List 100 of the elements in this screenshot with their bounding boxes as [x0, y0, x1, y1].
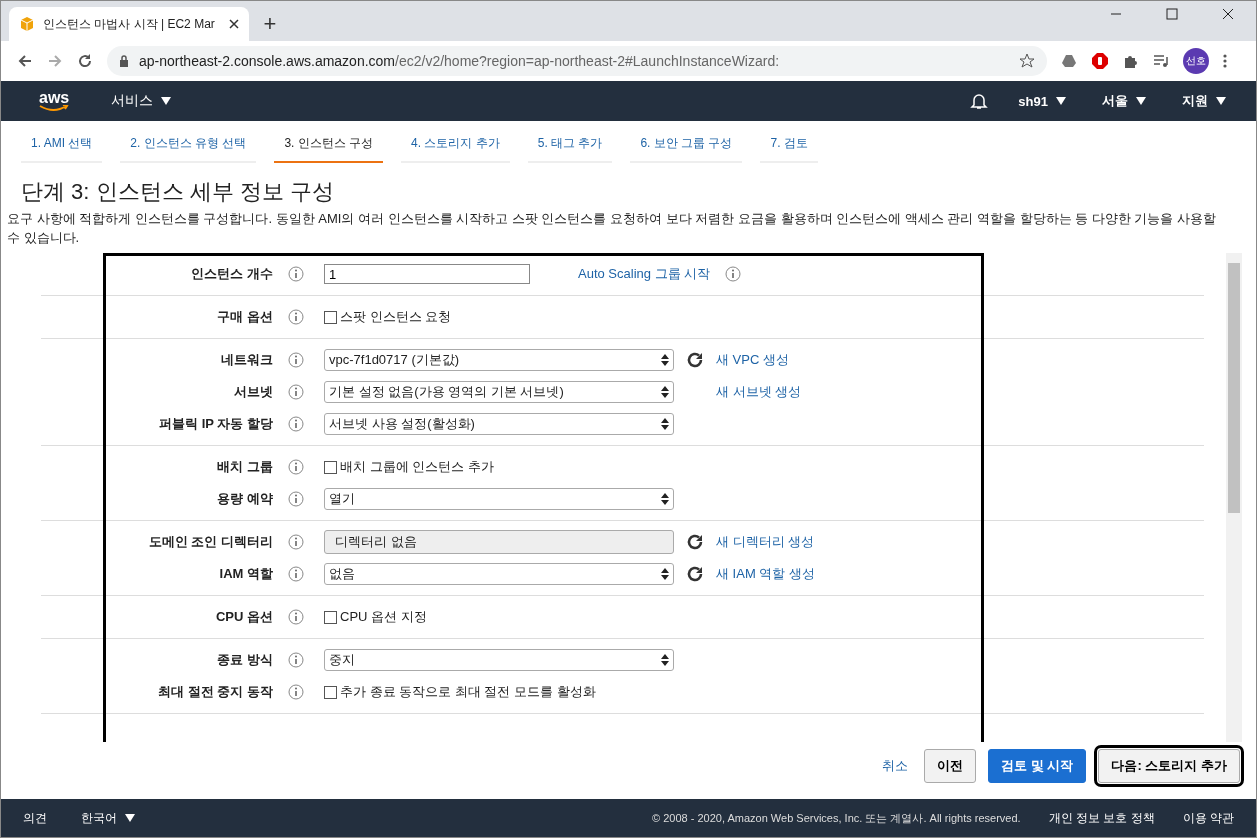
refresh-icon[interactable]: [686, 565, 704, 583]
close-icon[interactable]: [229, 19, 239, 29]
field-label: 용량 예약: [216, 490, 273, 508]
browser-tab[interactable]: 인스턴스 마법사 시작 | EC2 Mar: [9, 7, 249, 41]
new-tab-button[interactable]: +: [253, 7, 287, 41]
wizard-step-tab[interactable]: 1. AMI 선택: [21, 131, 103, 163]
dropdown[interactable]: 중지: [324, 649, 674, 671]
updown-icon: [661, 418, 669, 430]
checkbox[interactable]: [324, 610, 337, 624]
cancel-link[interactable]: 취소: [882, 757, 909, 775]
refresh-icon[interactable]: [686, 533, 704, 551]
dropdown[interactable]: 서브넷 사용 설정(활성화): [324, 413, 674, 435]
field-label: 퍼블릭 IP 자동 할당: [158, 415, 273, 433]
maximize-icon[interactable]: [1166, 8, 1178, 20]
updown-icon: [661, 386, 669, 398]
feedback-link[interactable]: 의견: [23, 809, 47, 827]
menu-icon[interactable]: [1223, 53, 1227, 69]
create-link[interactable]: 새 IAM 역할 생성: [716, 565, 815, 583]
field-label: 도메인 조인 디렉터리: [147, 533, 273, 551]
stop-hand-icon[interactable]: [1091, 52, 1109, 70]
playlist-icon[interactable]: [1153, 53, 1169, 69]
field-label: 최대 절전 중지 동작: [157, 683, 273, 701]
info-icon[interactable]: [288, 352, 304, 368]
dropdown[interactable]: vpc-7f1d0717 (기본값): [324, 349, 674, 371]
terms-link[interactable]: 이용 약관: [1182, 809, 1234, 827]
cube-icon: [19, 16, 35, 32]
create-link[interactable]: Auto Scaling 그룹 시작: [578, 265, 711, 283]
updown-icon: [661, 654, 669, 666]
wizard-step-tab[interactable]: 3. 인스턴스 구성: [274, 131, 384, 163]
smile-icon: [39, 104, 70, 112]
caret-icon: [161, 97, 172, 105]
field-label: 구매 옵션: [216, 308, 273, 326]
info-icon[interactable]: [288, 416, 304, 432]
star-icon[interactable]: [1019, 53, 1035, 69]
info-icon[interactable]: [288, 384, 304, 400]
scrollbar[interactable]: [1226, 253, 1242, 742]
wizard-step-tab[interactable]: 2. 인스턴스 유형 선택: [120, 131, 257, 163]
info-icon[interactable]: [288, 609, 304, 625]
services-menu[interactable]: 서비스: [105, 91, 178, 111]
field-label: 배치 그룹: [216, 458, 273, 476]
checkbox-option[interactable]: 배치 그룹에 인스턴스 추가: [324, 458, 494, 476]
puzzle-icon[interactable]: [1123, 53, 1139, 69]
info-icon[interactable]: [288, 566, 304, 582]
refresh-icon[interactable]: [686, 351, 704, 369]
review-launch-button[interactable]: 검토 및 시작: [988, 749, 1087, 783]
aws-logo[interactable]: aws: [39, 90, 70, 112]
wizard-step-tab[interactable]: 7. 검토: [760, 131, 818, 163]
info-icon[interactable]: [288, 534, 304, 550]
wizard-step-tab[interactable]: 4. 스토리지 추가: [401, 131, 510, 163]
wizard-step-tab[interactable]: 6. 보안 그룹 구성: [630, 131, 743, 163]
profile-avatar[interactable]: 선호: [1183, 48, 1209, 74]
address-bar[interactable]: ap-northeast-2.console.aws.amazon.com/ec2/v2/home?region=ap-northeast-2#LaunchInstanceWizard:: [107, 46, 1047, 76]
dropdown[interactable]: 열기: [324, 488, 674, 510]
page-description: 요구 사항에 적합하게 인스턴스를 구성합니다. 동일한 AMI의 여러 인스턴스를 시작하고 스팟 인스턴스를 요청하여 보다 저렴한 요금을 활용하며 인스턴스에 액세스 관리 역할을 할당하는 등 다양한 기능을 사용할 수 있습니다.: [7, 210, 1218, 247]
info-icon[interactable]: [288, 652, 304, 668]
caret-icon: [1136, 97, 1146, 105]
create-link[interactable]: 새 VPC 생성: [716, 351, 789, 369]
wizard-step-tab[interactable]: 5. 태그 추가: [527, 131, 613, 163]
dropdown[interactable]: 없음: [324, 563, 674, 585]
caret-icon: [1216, 97, 1226, 105]
dropdown[interactable]: 기본 설정 없음(가용 영역의 기본 서브넷): [324, 381, 674, 403]
tab-title: 인스턴스 마법사 시작 | EC2 Mar: [43, 15, 216, 33]
info-icon[interactable]: [288, 266, 304, 282]
close-icon[interactable]: [1222, 8, 1234, 20]
field-label: CPU 옵션: [214, 608, 273, 626]
support-menu[interactable]: 지원: [1176, 91, 1232, 111]
create-link[interactable]: 새 서브넷 생성: [716, 383, 802, 401]
info-icon[interactable]: [288, 491, 304, 507]
bell-icon[interactable]: [970, 92, 989, 110]
instance-count-field[interactable]: 1: [324, 264, 530, 284]
lock-icon: [119, 55, 129, 67]
create-link[interactable]: 새 디렉터리 생성: [716, 533, 815, 551]
updown-icon: [661, 354, 669, 366]
field-label: 인스턴스 개수: [190, 265, 273, 283]
field-label: 서브넷: [233, 383, 273, 401]
language-menu[interactable]: 한국어: [75, 808, 141, 828]
info-icon[interactable]: [288, 684, 304, 700]
updown-icon: [661, 493, 669, 505]
checkbox-option[interactable]: CPU 옵션 지정: [324, 608, 427, 626]
checkbox-option[interactable]: 스팟 인스턴스 요청: [324, 308, 452, 326]
info-icon[interactable]: [288, 459, 304, 475]
checkbox[interactable]: [324, 685, 337, 699]
directory-field: 디렉터리 없음: [324, 530, 674, 554]
page-title: 단계 3: 인스턴스 세부 정보 구성: [21, 178, 335, 206]
region-menu[interactable]: 서울: [1096, 91, 1152, 111]
account-menu[interactable]: sh91: [1012, 92, 1072, 110]
url-text: ap-northeast-2.console.aws.amazon.com/ec2/v2/home?region=ap-northeast-2#LaunchInstanceWizard:: [139, 53, 780, 69]
checkbox[interactable]: [324, 310, 337, 324]
copyright-text: © 2008 - 2020, Amazon Web Services, Inc. 또는 계열사. All rights reserved.: [652, 810, 1021, 826]
field-label: 네트워크: [220, 351, 273, 369]
previous-button[interactable]: 이전: [924, 749, 977, 783]
info-icon[interactable]: [725, 266, 742, 282]
info-icon[interactable]: [288, 309, 304, 325]
checkbox-option[interactable]: 추가 종료 동작으로 최대 절전 모드를 활성화: [324, 683, 596, 701]
caret-icon: [125, 814, 135, 822]
back-icon[interactable]: [17, 53, 33, 69]
updown-icon: [661, 568, 669, 580]
checkbox[interactable]: [324, 460, 337, 474]
reload-icon[interactable]: [77, 53, 93, 69]
privacy-link[interactable]: 개인 정보 보호 정책: [1048, 809, 1155, 827]
